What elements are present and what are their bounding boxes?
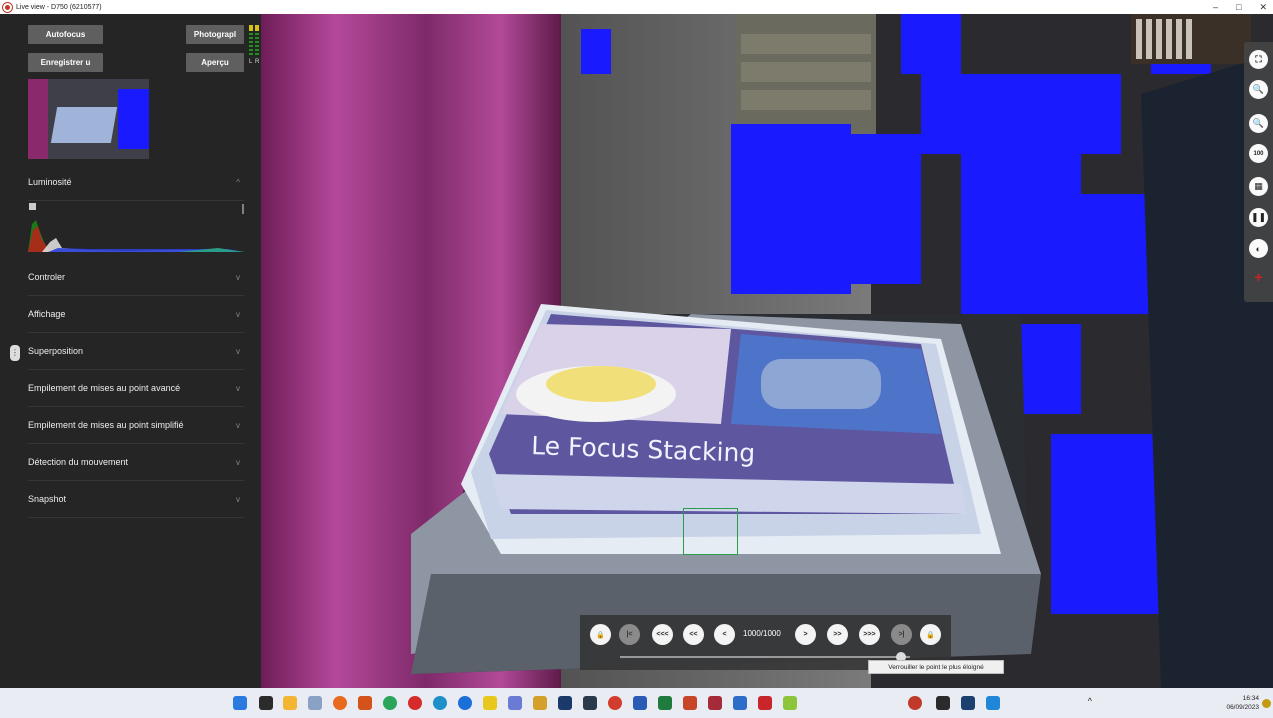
panel-drag-handle[interactable]: ⋮ xyxy=(10,345,20,361)
forward-medium-button[interactable]: >> xyxy=(827,624,848,645)
back-medium-button[interactable]: << xyxy=(683,624,704,645)
photograph-button[interactable]: Photograpl xyxy=(186,25,244,44)
start-menu-icon[interactable] xyxy=(233,696,247,710)
notification-icon[interactable] xyxy=(1262,699,1271,708)
app-icon-8[interactable] xyxy=(783,696,797,710)
system-clock[interactable]: 16:34 06/09/2023 xyxy=(1226,694,1259,712)
photoshop-icon[interactable] xyxy=(558,696,572,710)
excel-icon[interactable] xyxy=(658,696,672,710)
forward-step-button[interactable]: > xyxy=(795,624,816,645)
app-icon-5[interactable] xyxy=(533,696,547,710)
lock-far-icon[interactable]: 🔒 xyxy=(920,624,941,645)
focus-point-box[interactable] xyxy=(683,508,738,555)
section-snapshot[interactable]: Snapshot v xyxy=(28,481,244,518)
right-toolbar: ⛶ 🔍 🔍 100 ▦ ❚❚ ◐ + xyxy=(1244,42,1273,302)
chevron-down-icon: v xyxy=(236,346,240,356)
crosshair-add-icon[interactable]: + xyxy=(1253,270,1264,284)
chrome-icon[interactable] xyxy=(383,696,397,710)
camera-app-icon[interactable] xyxy=(936,696,950,710)
chevron-up-icon: ^ xyxy=(236,177,240,187)
forward-fast-button[interactable]: >>> xyxy=(859,624,880,645)
autofocus-button[interactable]: Autofocus xyxy=(28,25,103,44)
chevron-down-icon: v xyxy=(236,272,240,282)
lock-near-icon[interactable]: 🔒 xyxy=(590,624,611,645)
section-motion-detection[interactable]: Détection du mouvement v xyxy=(28,444,244,481)
lock-far-tooltip: Verrouiller le point le plus éloigné xyxy=(868,660,1004,674)
window-controls: – □ ✕ xyxy=(1213,0,1267,14)
audio-level-meters: L R xyxy=(249,25,261,69)
minimize-button[interactable]: – xyxy=(1213,0,1218,14)
settings-dial-icon[interactable]: ◐ xyxy=(1249,239,1268,258)
clock-time: 16:34 xyxy=(1242,695,1259,702)
access-icon[interactable] xyxy=(708,696,722,710)
grid-icon[interactable]: ▦ xyxy=(1249,177,1268,196)
app-icon-3[interactable] xyxy=(483,696,497,710)
app-icon-2[interactable] xyxy=(458,696,472,710)
live-view-image: Le Focus Stacking xyxy=(261,14,1273,688)
chevron-down-icon: v xyxy=(236,494,240,504)
tray-overflow-icon[interactable]: ^ xyxy=(1088,696,1092,706)
windows-taskbar: ^ 16:34 06/09/2023 xyxy=(0,688,1273,718)
chevron-down-icon: v xyxy=(236,420,240,430)
section-focus-stacking-simple[interactable]: Empilement de mises au point simplifié v xyxy=(28,407,244,444)
section-control[interactable]: Controler v xyxy=(28,259,244,296)
zoom-out-icon[interactable]: 🔍 xyxy=(1249,114,1268,133)
file-explorer-icon[interactable] xyxy=(283,696,297,710)
app-icon-6[interactable] xyxy=(583,696,597,710)
chevron-down-icon: v xyxy=(236,383,240,393)
section-display[interactable]: Affichage v xyxy=(28,296,244,333)
chevron-down-icon: v xyxy=(236,309,240,319)
edge-icon[interactable] xyxy=(433,696,447,710)
meter-label-right: R xyxy=(255,59,260,65)
section-luminosity[interactable]: Luminosité ^ xyxy=(28,164,244,201)
opera-icon[interactable] xyxy=(408,696,422,710)
record-button[interactable]: Enregistrer u xyxy=(28,53,103,72)
preview-thumbnail[interactable] xyxy=(28,79,149,159)
fullscreen-icon[interactable]: ⛶ xyxy=(1249,50,1268,69)
maximize-button[interactable]: □ xyxy=(1236,0,1241,14)
left-panel: Autofocus Photograpl Enregistrer u Aperç… xyxy=(0,14,261,688)
task-view-icon[interactable] xyxy=(259,696,273,710)
app-icon-10[interactable] xyxy=(986,696,1000,710)
last-frame-button[interactable]: >| xyxy=(891,624,912,645)
app-icon xyxy=(3,2,12,12)
app-icon-9[interactable] xyxy=(961,696,975,710)
preview-button[interactable]: Aperçu xyxy=(186,53,244,72)
firefox-icon[interactable] xyxy=(333,696,347,710)
close-button[interactable]: ✕ xyxy=(1259,0,1267,14)
brave-icon[interactable] xyxy=(358,696,372,710)
window-title: Live view - D750 (6210577) xyxy=(16,3,102,11)
live-view[interactable]: Le Focus Stacking ⛶ 🔍 🔍 100 ▦ ❚❚ ◐ + 🔒 |… xyxy=(261,14,1273,688)
title-bar: Live view - D750 (6210577) – □ ✕ xyxy=(0,0,1273,14)
liveview-app-icon[interactable] xyxy=(908,696,922,710)
chevron-down-icon: v xyxy=(236,457,240,467)
section-overlay[interactable]: Superposition v xyxy=(28,333,244,370)
zoom-in-icon[interactable]: 🔍 xyxy=(1249,80,1268,99)
zoom-100-button[interactable]: 100 xyxy=(1249,144,1268,163)
app-icon-7[interactable] xyxy=(608,696,622,710)
outlook-icon[interactable] xyxy=(733,696,747,710)
audio-meter-right xyxy=(255,25,259,57)
back-step-button[interactable]: < xyxy=(714,624,735,645)
clock-date: 06/09/2023 xyxy=(1226,704,1259,711)
pause-icon[interactable]: ❚❚ xyxy=(1249,208,1268,227)
filezilla-icon[interactable] xyxy=(758,696,772,710)
frame-slider[interactable] xyxy=(620,652,910,662)
luminosity-histogram xyxy=(28,202,244,254)
system-tray: ^ 16:34 06/09/2023 xyxy=(1013,688,1273,718)
audio-meter-left xyxy=(249,25,253,57)
powerpoint-icon[interactable] xyxy=(683,696,697,710)
app-icon-1[interactable] xyxy=(308,696,322,710)
section-focus-stacking-advanced[interactable]: Empilement de mises au point avancé v xyxy=(28,370,244,407)
app-icon-4[interactable] xyxy=(508,696,522,710)
meter-label-left: L xyxy=(249,59,253,65)
frame-counter: 1000/1000 xyxy=(743,629,781,638)
back-fast-button[interactable]: <<< xyxy=(652,624,673,645)
first-frame-button[interactable]: |< xyxy=(619,624,640,645)
word-icon[interactable] xyxy=(633,696,647,710)
